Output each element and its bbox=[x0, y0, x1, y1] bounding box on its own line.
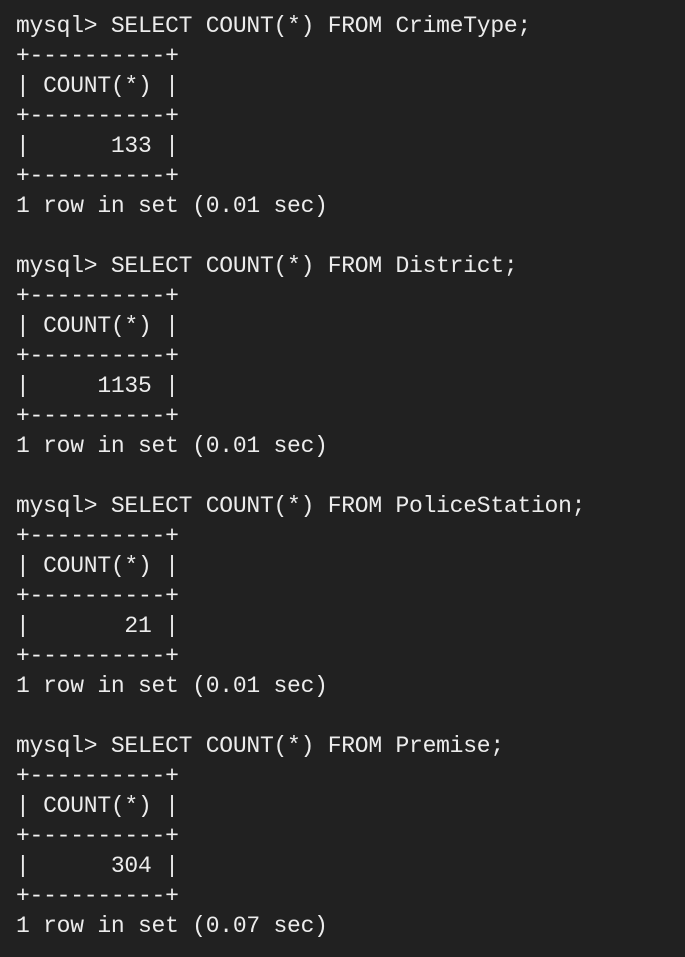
table-header-row: | COUNT(*) | bbox=[16, 73, 179, 99]
table-header-row: | COUNT(*) | bbox=[16, 793, 179, 819]
table-border-bottom: +----------+ bbox=[16, 403, 179, 429]
table-header-row: | COUNT(*) | bbox=[16, 313, 179, 339]
table-value-row: | 304 | bbox=[16, 853, 179, 879]
table-border-top: +----------+ bbox=[16, 43, 179, 69]
table-value-row: | 133 | bbox=[16, 133, 179, 159]
query-block-premise: mysql> SELECT COUNT(*) FROM Premise; +--… bbox=[16, 731, 685, 941]
sql-prompt-line: mysql> SELECT COUNT(*) FROM District; bbox=[16, 253, 518, 279]
query-block-crimetype: mysql> SELECT COUNT(*) FROM CrimeType; +… bbox=[16, 11, 685, 221]
table-border-middle: +----------+ bbox=[16, 823, 179, 849]
table-border-middle: +----------+ bbox=[16, 583, 179, 609]
table-border-top: +----------+ bbox=[16, 763, 179, 789]
table-border-middle: +----------+ bbox=[16, 343, 179, 369]
result-status-line: 1 row in set (0.01 sec) bbox=[16, 673, 328, 699]
table-value-row: | 21 | bbox=[16, 613, 179, 639]
sql-prompt-line: mysql> SELECT COUNT(*) FROM CrimeType; bbox=[16, 13, 531, 39]
result-status-line: 1 row in set (0.01 sec) bbox=[16, 433, 328, 459]
result-status-line: 1 row in set (0.07 sec) bbox=[16, 913, 328, 939]
table-border-bottom: +----------+ bbox=[16, 643, 179, 669]
table-border-bottom: +----------+ bbox=[16, 883, 179, 909]
sql-prompt-line: mysql> SELECT COUNT(*) FROM Premise; bbox=[16, 733, 504, 759]
table-value-row: | 1135 | bbox=[16, 373, 179, 399]
result-status-line: 1 row in set (0.01 sec) bbox=[16, 193, 328, 219]
query-block-policestation: mysql> SELECT COUNT(*) FROM PoliceStatio… bbox=[16, 491, 685, 701]
query-block-district: mysql> SELECT COUNT(*) FROM District; +-… bbox=[16, 251, 685, 461]
sql-prompt-line: mysql> SELECT COUNT(*) FROM PoliceStatio… bbox=[16, 493, 586, 519]
table-border-top: +----------+ bbox=[16, 283, 179, 309]
table-border-middle: +----------+ bbox=[16, 103, 179, 129]
terminal-window[interactable]: mysql> SELECT COUNT(*) FROM CrimeType; +… bbox=[0, 0, 685, 957]
table-border-bottom: +----------+ bbox=[16, 163, 179, 189]
table-header-row: | COUNT(*) | bbox=[16, 553, 179, 579]
table-border-top: +----------+ bbox=[16, 523, 179, 549]
